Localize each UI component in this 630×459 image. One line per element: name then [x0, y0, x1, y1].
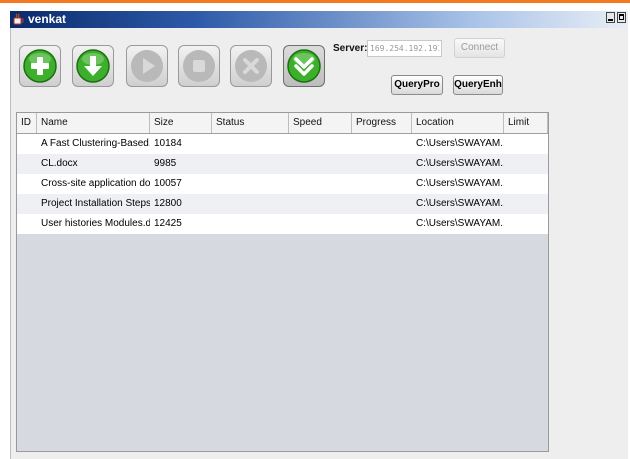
arrow-down-icon [76, 49, 110, 83]
cell-limit [504, 194, 548, 214]
top-accent-strip [0, 0, 630, 3]
table-row[interactable]: User histories Modules.d... 12425 C:\Users… [17, 214, 548, 234]
cell-location: C:\Users\SWAYAM... [416, 218, 504, 229]
cell-location: C:\Users\SWAYAM... [416, 138, 504, 149]
cell-status [212, 214, 289, 234]
cell-speed [289, 194, 352, 214]
stop-icon [183, 50, 215, 82]
cell-size: 12800 [154, 198, 182, 209]
double-chevron-icon [287, 49, 321, 83]
plus-icon [23, 49, 57, 83]
cell-limit [504, 214, 548, 234]
cell-progress [352, 174, 412, 194]
cell-size: 12425 [154, 218, 182, 229]
stop-button[interactable] [178, 45, 220, 87]
cell-id [17, 134, 37, 154]
column-header-location[interactable]: Location [412, 113, 504, 133]
x-icon [235, 50, 267, 82]
cell-progress [352, 194, 412, 214]
cell-speed [289, 214, 352, 234]
cell-name: CL.docx [41, 158, 78, 169]
java-cup-icon [13, 13, 24, 25]
minimize-icon[interactable] [606, 12, 615, 23]
cell-status [212, 134, 289, 154]
download-button[interactable] [72, 45, 114, 87]
cell-status [212, 154, 289, 174]
cell-name: Cross-site application do... [41, 178, 150, 189]
cell-limit [504, 134, 548, 154]
cell-progress [352, 214, 412, 234]
cell-id [17, 194, 37, 214]
table-header: ID Name Size Status Speed Progress Locat… [17, 113, 548, 134]
cell-name: Project Installation Steps... [41, 198, 150, 209]
cell-location: C:\Users\SWAYAM... [416, 198, 504, 209]
cell-id [17, 174, 37, 194]
server-address-input[interactable] [367, 40, 442, 57]
column-header-size[interactable]: Size [150, 113, 212, 133]
column-header-speed[interactable]: Speed [289, 113, 352, 133]
query-pro-button[interactable]: QueryPro [391, 75, 443, 95]
query-enh-button[interactable]: QueryEnh [453, 75, 503, 95]
add-button[interactable] [19, 45, 61, 87]
table-row[interactable]: CL.docx 9985 C:\Users\SWAYAM... [17, 154, 548, 174]
cell-limit [504, 174, 548, 194]
cell-size: 10184 [154, 138, 182, 149]
cell-speed [289, 174, 352, 194]
cell-size: 10057 [154, 178, 182, 189]
cell-status [212, 194, 289, 214]
play-icon [131, 50, 163, 82]
cell-progress [352, 154, 412, 174]
column-header-status[interactable]: Status [212, 113, 289, 133]
window-title: venkat [28, 12, 67, 26]
table-row[interactable]: Cross-site application do... 10057 C:\User… [17, 174, 548, 194]
table-row[interactable]: A Fast Clustering-Based... 10184 C:\Users\… [17, 134, 548, 154]
cell-location: C:\Users\SWAYAM... [416, 178, 504, 189]
maximize-icon[interactable] [617, 12, 626, 23]
cell-progress [352, 134, 412, 154]
cell-id [17, 154, 37, 174]
column-header-name[interactable]: Name [37, 113, 150, 133]
table-body: A Fast Clustering-Based... 10184 C:\Users\… [17, 134, 548, 234]
cell-location: C:\Users\SWAYAM... [416, 158, 504, 169]
table-row[interactable]: Project Installation Steps... 12800 C:\Use… [17, 194, 548, 214]
title-bar[interactable]: venkat [10, 11, 628, 28]
cell-speed [289, 134, 352, 154]
downloads-table[interactable]: ID Name Size Status Speed Progress Locat… [16, 112, 549, 452]
cell-status [212, 174, 289, 194]
column-header-limit[interactable]: Limit [504, 113, 548, 133]
cancel-button[interactable] [230, 45, 272, 87]
cell-name: User histories Modules.d... [41, 218, 150, 229]
connect-button[interactable]: Connect [454, 38, 505, 58]
cell-limit [504, 154, 548, 174]
play-button[interactable] [126, 45, 168, 87]
column-header-progress[interactable]: Progress [352, 113, 412, 133]
column-header-id[interactable]: ID [17, 113, 37, 133]
cell-id [17, 214, 37, 234]
done-button[interactable] [283, 45, 325, 87]
cell-speed [289, 154, 352, 174]
cell-size: 9985 [154, 158, 177, 169]
cell-name: A Fast Clustering-Based... [41, 138, 150, 149]
server-label: Server: [333, 43, 368, 54]
